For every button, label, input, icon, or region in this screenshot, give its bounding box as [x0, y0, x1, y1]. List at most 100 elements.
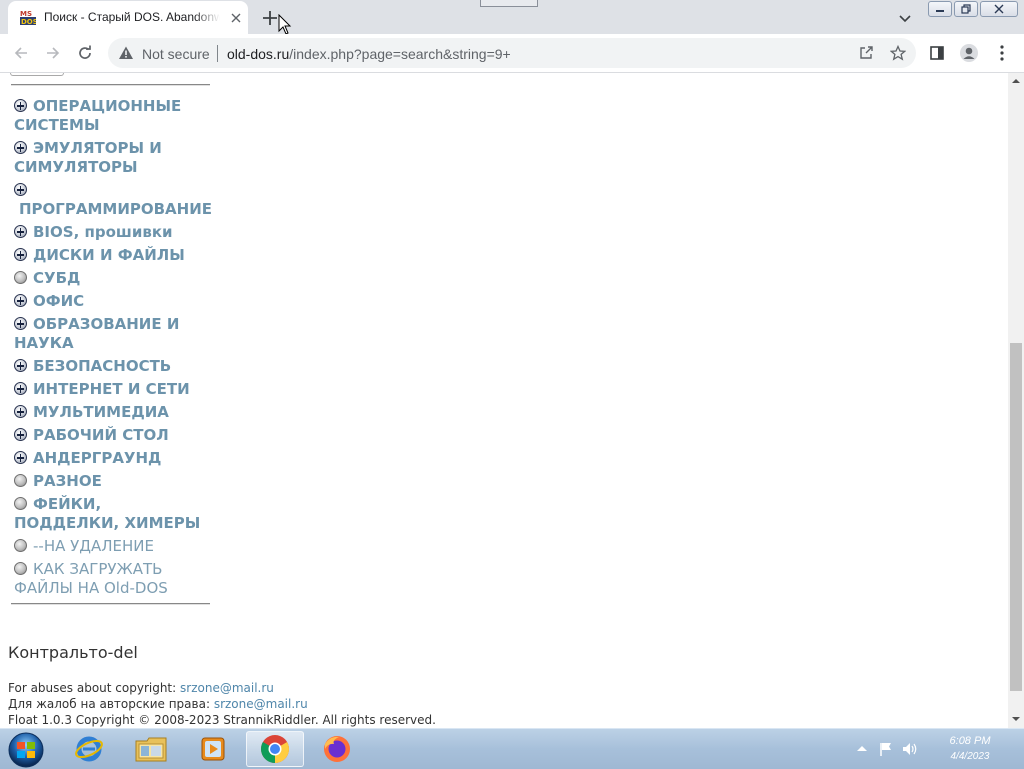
chrome-menu-button[interactable] [991, 42, 1013, 64]
abuse-ru-email-link[interactable]: srzone@mail.ru [214, 697, 308, 711]
category-label[interactable]: ПРОГРАММИРОВАНИЕ [14, 200, 212, 219]
gray-dot-icon[interactable] [14, 539, 27, 552]
not-secure-label[interactable]: Not secure [142, 46, 210, 62]
category-label[interactable]: РАБОЧИЙ СТОЛ [33, 426, 169, 444]
category-item[interactable]: МУЛЬТИМЕДИА [14, 403, 210, 422]
category-label[interactable]: МУЛЬТИМЕДИА [33, 403, 169, 421]
sidebar-top-divider [11, 84, 210, 86]
scrollbar-thumb[interactable] [1010, 343, 1022, 691]
page-content: ОПЕРАЦИОННЫЕ СИСТЕМЫ ЭМУЛЯТОРЫ И СИМУЛЯТО… [0, 73, 1008, 728]
category-label[interactable]: ДИСКИ И ФАЙЛЫ [33, 246, 185, 264]
scroll-down-arrow-icon[interactable] [1012, 715, 1020, 723]
bookmark-star-icon[interactable] [890, 45, 906, 61]
category-label[interactable]: АНДЕРГРАУНД [33, 449, 161, 467]
gray-dot-icon[interactable] [14, 497, 27, 510]
side-panel-button[interactable] [926, 42, 948, 64]
windows-start-orb-icon[interactable] [6, 731, 46, 769]
plus-circle-icon[interactable] [14, 382, 27, 395]
category-item[interactable]: БЕЗОПАСНОСТЬ [14, 357, 210, 376]
category-label[interactable]: ОБРАЗОВАНИЕ И НАУКА [14, 315, 179, 352]
plus-circle-icon[interactable] [14, 405, 27, 418]
minimize-window-button[interactable] [928, 1, 952, 17]
back-button[interactable] [10, 42, 32, 64]
reload-icon [79, 45, 91, 59]
plus-circle-icon[interactable] [14, 141, 27, 154]
close-tab-icon[interactable] [228, 10, 244, 26]
category-item[interactable]: РАБОЧИЙ СТОЛ [14, 426, 210, 445]
tab-search-chevron-icon[interactable] [896, 9, 914, 27]
close-window-button[interactable] [980, 1, 1018, 17]
address-bar[interactable]: Not secure old-dos.ru/index.php?page=sea… [108, 38, 916, 68]
category-label[interactable]: ИНТЕРНЕТ И СЕТИ [33, 380, 190, 398]
share-icon[interactable] [858, 45, 874, 61]
tab-strip: MS DOS Поиск - Старый DOS. Abandonware [0, 0, 1024, 35]
category-label[interactable]: БЕЗОПАСНОСТЬ [33, 357, 171, 375]
plus-circle-icon[interactable] [14, 99, 27, 112]
taskbar-media-player[interactable] [184, 731, 242, 767]
category-item[interactable]: ФЕЙКИ, ПОДДЕЛКИ, ХИМЕРЫ [14, 495, 210, 533]
clock-date[interactable]: 4/4/2023 [930, 751, 1010, 762]
taskbar-file-explorer[interactable] [122, 731, 180, 767]
plus-circle-icon[interactable] [14, 359, 27, 372]
category-label[interactable]: --НА УДАЛЕНИЕ [33, 537, 154, 555]
svg-text:MS: MS [20, 10, 32, 18]
category-label[interactable]: BIOS, прошивки [33, 223, 173, 241]
category-label[interactable]: КАК ЗАГРУЖАТЬ ФАЙЛЫ НА Old-DOS [14, 560, 168, 597]
category-label[interactable]: СУБД [33, 269, 80, 287]
sidebar-bottom-divider [11, 603, 210, 605]
taskbar-internet-explorer[interactable] [60, 731, 118, 767]
abuse-en-email-link[interactable]: srzone@mail.ru [180, 681, 274, 695]
abuse-en-line: For abuses about copyright: srzone@mail.… [8, 680, 436, 696]
category-item[interactable]: --НА УДАЛЕНИЕ [14, 537, 210, 556]
category-item[interactable]: СУБД [14, 269, 210, 288]
page-scrollbar[interactable] [1008, 73, 1024, 728]
browser-tab[interactable]: MS DOS Поиск - Старый DOS. Abandonware [8, 1, 248, 34]
user-name[interactable]: Контральто-del [8, 643, 138, 662]
volume-icon[interactable] [902, 741, 918, 757]
category-item[interactable]: BIOS, прошивки [14, 223, 210, 242]
profile-avatar-icon [960, 44, 978, 62]
profile-button[interactable] [958, 42, 980, 64]
svg-text:DOS: DOS [21, 18, 36, 25]
plus-circle-icon[interactable] [14, 451, 27, 464]
category-label[interactable]: ЭМУЛЯТОРЫ И СИМУЛЯТОРЫ [14, 139, 162, 176]
show-hidden-icons-icon[interactable] [854, 741, 870, 757]
gray-dot-icon[interactable] [14, 271, 27, 284]
clock-time[interactable]: 6:08 PM [940, 735, 1000, 747]
category-item[interactable]: ОФИС [14, 292, 210, 311]
category-item[interactable]: ЭМУЛЯТОРЫ И СИМУЛЯТОРЫ [14, 139, 210, 177]
url-text[interactable]: old-dos.ru/index.php?page=search&string=… [227, 46, 511, 62]
category-item[interactable]: АНДЕРГРАУНД [14, 449, 210, 468]
gray-dot-icon[interactable] [14, 562, 27, 575]
category-item[interactable]: ПРОГРАММИРОВАНИЕ [14, 181, 212, 219]
abuse-ru-line: Для жалоб на авторские права: srzone@mai… [8, 696, 436, 712]
taskbar-chrome[interactable] [246, 731, 304, 767]
category-item[interactable]: ОБРАЗОВАНИЕ И НАУКА [14, 315, 210, 353]
category-label[interactable]: РАЗНОЕ [33, 472, 102, 490]
taskbar-firefox[interactable] [308, 731, 366, 767]
plus-circle-icon[interactable] [14, 294, 27, 307]
action-center-flag-icon[interactable] [878, 741, 894, 757]
reload-button[interactable] [74, 42, 96, 64]
category-label[interactable]: ОФИС [33, 292, 84, 310]
forward-button[interactable] [42, 42, 64, 64]
category-item[interactable]: ОПЕРАЦИОННЫЕ СИСТЕМЫ [14, 97, 210, 135]
restore-window-button[interactable] [954, 1, 978, 17]
gray-dot-icon[interactable] [14, 474, 27, 487]
category-item[interactable]: РАЗНОЕ [14, 472, 210, 491]
category-item[interactable]: ДИСКИ И ФАЙЛЫ [14, 246, 210, 265]
category-item[interactable]: ИНТЕРНЕТ И СЕТИ [14, 380, 210, 399]
scroll-up-arrow-icon[interactable] [1012, 77, 1020, 85]
category-label[interactable]: ОПЕРАЦИОННЫЕ СИСТЕМЫ [14, 97, 181, 134]
kebab-menu-icon [1000, 45, 1004, 61]
plus-circle-icon[interactable] [14, 248, 27, 261]
plus-circle-icon[interactable] [14, 183, 27, 196]
warning-triangle-icon[interactable] [118, 45, 134, 61]
category-item[interactable]: КАК ЗАГРУЖАТЬ ФАЙЛЫ НА Old-DOS [14, 560, 210, 598]
plus-circle-icon[interactable] [14, 428, 27, 441]
plus-circle-icon[interactable] [14, 225, 27, 238]
window-drag-handle[interactable] [480, 0, 538, 7]
plus-circle-icon[interactable] [14, 317, 27, 330]
new-tab-icon[interactable] [260, 8, 280, 28]
category-label[interactable]: ФЕЙКИ, ПОДДЕЛКИ, ХИМЕРЫ [14, 495, 200, 532]
